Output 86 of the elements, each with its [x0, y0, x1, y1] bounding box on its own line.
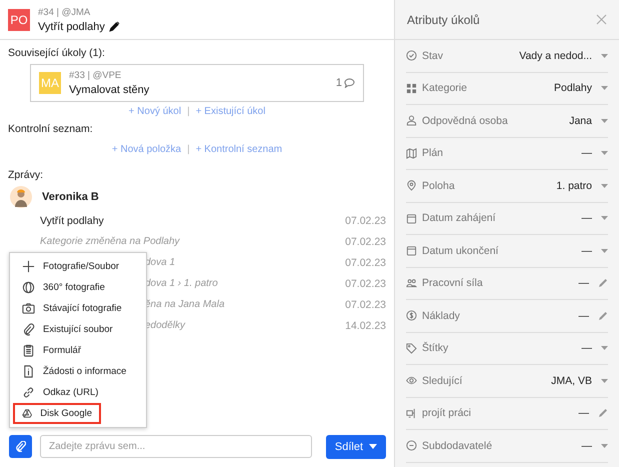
message-date: 14.02.23 [345, 320, 386, 332]
message-date: 07.02.23 [345, 256, 386, 268]
map-icon [406, 148, 417, 159]
circle-icon [406, 440, 417, 452]
message-date: 07.02.23 [345, 278, 386, 290]
attribute-row[interactable]: projít práci — [406, 398, 608, 430]
task-title: Vymalovat stěny [69, 84, 150, 96]
task-avatar: MA [39, 72, 61, 94]
menu-item[interactable]: Fotografie/Soubor [13, 256, 143, 277]
comment-icon [344, 78, 355, 88]
task-meta: #33 | @VPE [69, 70, 122, 81]
tag-icon [406, 342, 417, 354]
section-heading: Zprávy: [8, 169, 44, 181]
author-name: Veronika B [42, 191, 99, 203]
caret-icon [601, 118, 608, 123]
caret-icon [369, 444, 378, 449]
people-icon [406, 278, 417, 289]
pencil-icon[interactable] [108, 21, 120, 32]
pencil-icon [598, 278, 608, 288]
attribute-row[interactable]: Plán — [406, 138, 608, 170]
paperclip-icon [22, 323, 35, 336]
menu-item[interactable]: 360° fotografie [13, 277, 143, 298]
caret-icon [601, 378, 608, 383]
attribute-row[interactable]: Odpovědná osoba Jana [406, 105, 608, 138]
task-avatar: PO [8, 8, 30, 30]
attribute-row[interactable]: Stav Vady a nedod... [406, 40, 608, 72]
attribute-row[interactable]: Datum zahájení — [406, 202, 608, 235]
person-icon [406, 115, 417, 126]
attribute-row[interactable]: Náklady — [406, 300, 608, 332]
panel-title: Atributy úkolů [407, 12, 480, 26]
attribute-row[interactable]: Poloha 1. patro [406, 170, 608, 202]
user-avatar [10, 186, 32, 208]
attribute-row[interactable]: Kategorie Podlahy [406, 72, 608, 105]
menu-item[interactable]: Stávající fotografie [13, 298, 143, 319]
paperclip-icon [16, 441, 26, 452]
attribute-row[interactable]: Datum ukončení — [406, 235, 608, 268]
attribute-row[interactable]: Sledující JMA, VB [406, 365, 608, 398]
message-input[interactable]: Zadejte zprávu sem... [40, 435, 312, 458]
section-heading: Související úkoly (1): [8, 47, 106, 59]
share-button[interactable]: Sdílet [326, 434, 386, 458]
triangle-icon [22, 407, 32, 420]
menu-item[interactable]: Formulář [13, 340, 143, 361]
comment-count: 1 [336, 77, 342, 89]
calendar-icon [406, 212, 417, 224]
pencil-icon [598, 408, 608, 418]
message-text: Kategorie změněna na Podlahy [40, 236, 180, 247]
caret-icon [601, 248, 608, 253]
plus-icon [22, 260, 35, 273]
document-icon [22, 365, 35, 378]
caret-icon [601, 151, 608, 156]
pencil-icon [598, 310, 608, 321]
caret-icon [601, 184, 608, 188]
caret-icon [601, 346, 608, 350]
screen-icon [406, 408, 417, 419]
menu-item[interactable]: Disk Google [13, 403, 101, 424]
camera-icon [22, 302, 35, 315]
grid-icon [406, 82, 417, 94]
globe-icon [22, 281, 35, 294]
menu-item[interactable]: Existující soubor [13, 319, 143, 340]
eye-icon [406, 375, 417, 386]
section-heading: Kontrolní seznam: [8, 123, 94, 135]
separator: | [187, 106, 190, 117]
message-date: 07.02.23 [345, 214, 386, 226]
attribute-row[interactable]: Subdodavatelé — [406, 430, 608, 462]
attach-button[interactable] [9, 435, 32, 458]
dollar-icon [406, 310, 417, 322]
task-title: Vytřít podlahy [38, 20, 105, 32]
caret-icon [601, 86, 608, 90]
pin-icon [406, 180, 417, 192]
message-date: 07.02.23 [345, 298, 386, 310]
link-icon [22, 386, 35, 399]
status-icon [406, 50, 417, 62]
message-text: Vytřít podlahy [40, 214, 104, 226]
separator: | [187, 144, 190, 155]
calendar-icon [406, 245, 417, 256]
attribute-row[interactable]: Pracovní síla — [406, 268, 608, 300]
clipboard-icon [22, 344, 35, 357]
caret-icon [601, 54, 608, 58]
task-meta: #34 | @JMA [38, 6, 92, 18]
menu-item[interactable]: Žádosti o informace [13, 361, 143, 382]
attribute-row[interactable]: Štítky — [406, 332, 608, 365]
caret-icon [601, 444, 608, 448]
caret-icon [601, 216, 608, 220]
menu-item[interactable]: Odkaz (URL) [13, 382, 143, 403]
message-text: edodělky [145, 320, 186, 331]
message-date: 07.02.23 [345, 236, 386, 248]
